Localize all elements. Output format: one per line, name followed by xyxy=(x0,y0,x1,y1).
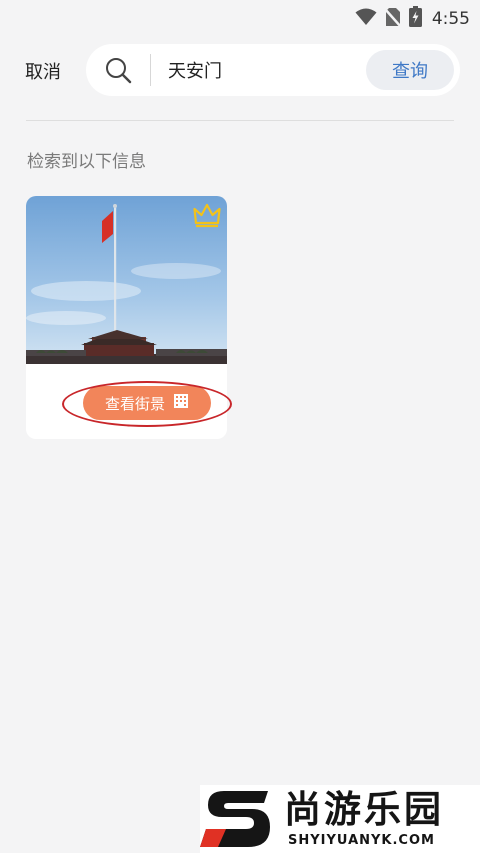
wifi-icon xyxy=(355,8,377,30)
search-icon xyxy=(104,56,132,88)
status-bar: 4:55 xyxy=(0,0,480,34)
divider xyxy=(26,120,454,121)
battery-charging-icon xyxy=(408,6,422,31)
crown-icon xyxy=(193,202,221,232)
result-card[interactable]: 查看街景 xyxy=(26,196,227,439)
results-heading: 检索到以下信息 xyxy=(27,152,146,172)
search-divider xyxy=(150,54,151,86)
search-input[interactable] xyxy=(168,56,368,84)
search-box[interactable]: 查询 xyxy=(86,44,460,96)
status-time: 4:55 xyxy=(431,8,470,29)
watermark: 尚游乐园 SHYIYUANYK.COM xyxy=(200,785,480,853)
query-button[interactable]: 查询 xyxy=(366,50,454,90)
watermark-brand-cn: 尚游乐园 xyxy=(284,788,444,831)
view-streetview-label: 查看街景 xyxy=(104,394,165,413)
building-icon xyxy=(173,393,189,413)
cancel-button[interactable]: 取消 xyxy=(25,58,61,84)
status-icons: 4:55 xyxy=(355,6,470,31)
watermark-logo xyxy=(200,791,270,847)
view-streetview-button[interactable]: 查看街景 xyxy=(83,386,211,420)
no-sim-icon xyxy=(383,7,402,31)
watermark-brand-en: SHYIYUANYK.COM xyxy=(288,833,435,848)
